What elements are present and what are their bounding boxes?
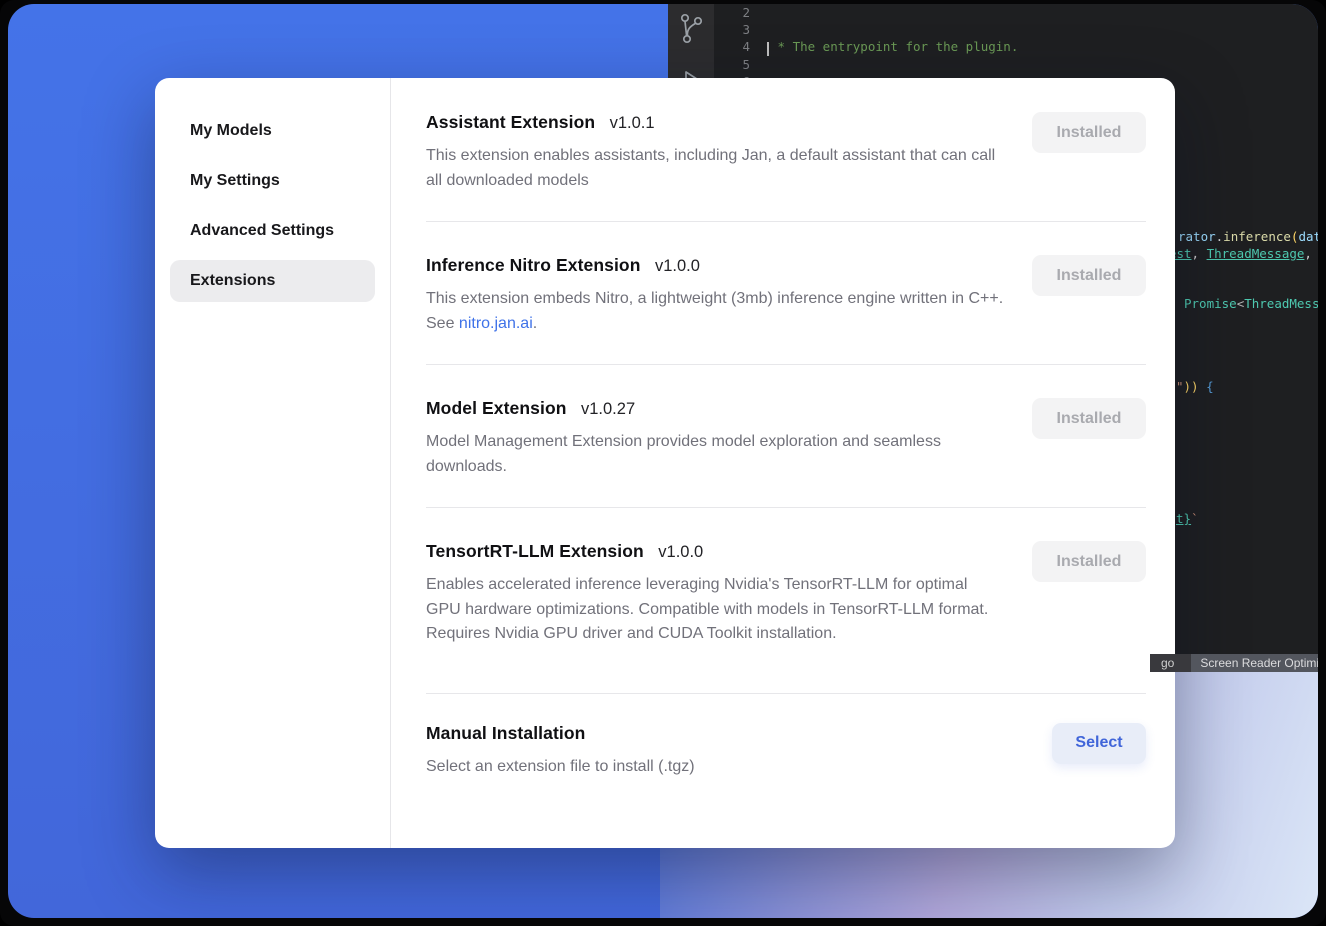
code-line-2: * The entrypoint for the plugin. xyxy=(770,38,1318,55)
code-fragment-template: t}` xyxy=(1176,511,1199,526)
code-fragment-inference: rator.inference(data)); xyxy=(1178,229,1318,244)
app-background: 2 3 4 5 6 * The entrypoint for the plugi… xyxy=(8,4,1318,918)
installed-button[interactable]: Installed xyxy=(1032,398,1146,439)
installed-button[interactable]: Installed xyxy=(1032,255,1146,296)
editor-cursor xyxy=(767,42,769,56)
extension-description: Model Management Extension provides mode… xyxy=(426,430,1006,479)
extension-version: v1.0.1 xyxy=(610,114,655,132)
screenshot-root: 2 3 4 5 6 * The entrypoint for the plugi… xyxy=(0,0,1326,926)
extension-row-nitro: Inference Nitro Extension v1.0.0 This ex… xyxy=(426,222,1146,365)
nitro-jan-ai-link[interactable]: nitro.jan.ai xyxy=(459,315,533,332)
extension-version: v1.0.0 xyxy=(658,543,703,561)
extension-version: v1.0.27 xyxy=(581,400,635,418)
extension-row-tensorrt: TensortRT-LLM Extension v1.0.0 Enables a… xyxy=(426,508,1146,694)
sidebar-item-my-models[interactable]: My Models xyxy=(170,110,375,152)
manual-installation-title: Manual Installation xyxy=(426,723,585,743)
extension-title: Inference Nitro Extension xyxy=(426,255,641,275)
code-fragment-brace: ")) { xyxy=(1176,379,1214,394)
extension-description: This extension enables assistants, inclu… xyxy=(426,144,1006,193)
extension-title: Assistant Extension xyxy=(426,112,595,132)
extension-description: This extension embeds Nitro, a lightweig… xyxy=(426,287,1006,336)
installed-button[interactable]: Installed xyxy=(1032,112,1146,153)
sidebar-item-advanced-settings[interactable]: Advanced Settings xyxy=(170,210,375,252)
screen-reader-status: Screen Reader Optimize xyxy=(1191,654,1318,672)
git-branch-icon xyxy=(677,12,705,51)
extensions-list: Assistant Extension v1.0.1 This extensio… xyxy=(391,78,1175,848)
extension-title: TensortRT-LLM Extension xyxy=(426,541,644,561)
settings-modal: My Models My Settings Advanced Settings … xyxy=(155,78,1175,848)
editor-status-bar: go Screen Reader Optimize xyxy=(1150,654,1318,672)
installed-button[interactable]: Installed xyxy=(1032,541,1146,582)
code-fragment-promise: Promise<ThreadMessage> xyxy=(1184,296,1318,311)
select-file-button[interactable]: Select xyxy=(1052,723,1146,764)
extension-description: Enables accelerated inference leveraging… xyxy=(426,573,1006,647)
manual-installation-row: Manual Installation Select an extension … xyxy=(426,694,1146,806)
sidebar-item-extensions[interactable]: Extensions xyxy=(170,260,375,302)
extension-title: Model Extension xyxy=(426,398,567,418)
extension-row-assistant: Assistant Extension v1.0.1 This extensio… xyxy=(426,78,1146,222)
sidebar-item-my-settings[interactable]: My Settings xyxy=(170,160,375,202)
manual-installation-description: Select an extension file to install (.tg… xyxy=(426,755,1006,780)
extension-version: v1.0.0 xyxy=(655,257,700,275)
status-bar-text: go xyxy=(1161,656,1174,670)
settings-sidebar: My Models My Settings Advanced Settings … xyxy=(155,78,391,848)
extension-row-model: Model Extension v1.0.27 Model Management… xyxy=(426,365,1146,508)
